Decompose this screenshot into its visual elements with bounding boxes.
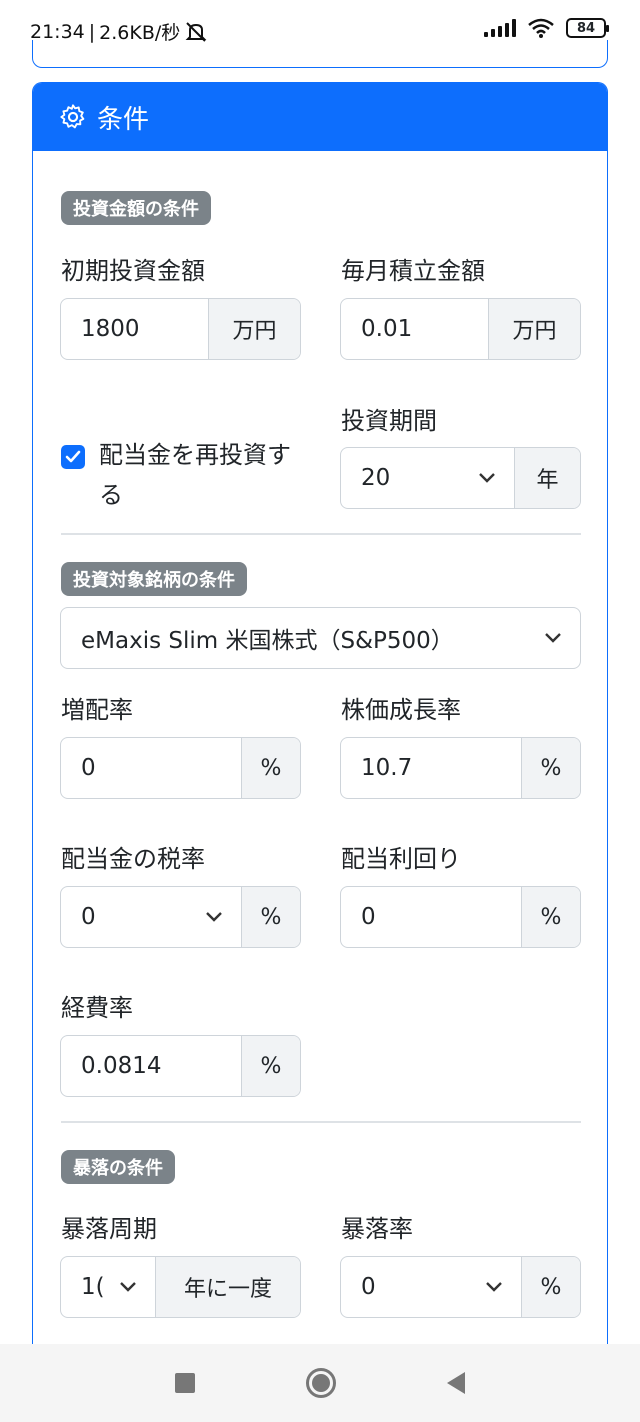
crash-cycle-group: 1( 年に一度 bbox=[60, 1256, 301, 1318]
check-icon bbox=[65, 450, 81, 463]
dividend-yield-input[interactable]: 0 bbox=[341, 887, 521, 947]
back-button[interactable] bbox=[446, 1372, 465, 1394]
section-badge-investment-amount: 投資金額の条件 bbox=[61, 191, 211, 225]
dividend-growth-label: 増配率 bbox=[61, 696, 133, 724]
crash-rate-group: 0 % bbox=[340, 1256, 581, 1318]
section-badge-target-fund: 投資対象銘柄の条件 bbox=[61, 562, 247, 596]
crash-cycle-label: 暴落周期 bbox=[61, 1215, 157, 1243]
monthly-investment-input[interactable]: 0.01 bbox=[341, 299, 488, 359]
crash-rate-unit: % bbox=[521, 1257, 580, 1317]
dividend-yield-group: 0 % bbox=[340, 886, 581, 948]
system-nav-bar bbox=[0, 1344, 640, 1422]
monthly-investment-unit: 万円 bbox=[488, 299, 580, 359]
initial-investment-group: 1800 万円 bbox=[60, 298, 301, 360]
dividend-tax-value: 0 bbox=[81, 904, 96, 930]
price-growth-input[interactable]: 10.7 bbox=[341, 738, 521, 798]
recent-apps-button[interactable] bbox=[175, 1373, 196, 1393]
chevron-down-icon bbox=[479, 473, 495, 483]
reinvest-label: 配当金を再投資する bbox=[99, 441, 291, 509]
dividend-growth-group: 0 % bbox=[60, 737, 301, 799]
dividend-growth-unit: % bbox=[241, 738, 300, 798]
dividend-yield-unit: % bbox=[521, 887, 580, 947]
divider bbox=[61, 533, 581, 535]
initial-investment-label: 初期投資金額 bbox=[61, 257, 205, 285]
home-button[interactable] bbox=[305, 1368, 336, 1398]
gear-icon bbox=[60, 104, 85, 129]
wifi-icon bbox=[528, 18, 554, 38]
initial-investment-input[interactable]: 1800 bbox=[61, 299, 208, 359]
dividend-tax-label: 配当金の税率 bbox=[61, 845, 205, 873]
monthly-investment-label: 毎月積立金額 bbox=[341, 257, 485, 285]
divider bbox=[61, 1121, 581, 1123]
expense-ratio-group: 0.0814 % bbox=[60, 1035, 301, 1097]
chevron-down-icon bbox=[545, 633, 561, 643]
price-growth-unit: % bbox=[521, 738, 580, 798]
conditions-card: 条件 投資金額の条件 初期投資金額 1800 万円 毎月積立金額 0.01 万円… bbox=[32, 82, 608, 1344]
signal-icon bbox=[484, 19, 516, 37]
chevron-down-icon bbox=[486, 1282, 502, 1292]
dividend-growth-input[interactable]: 0 bbox=[61, 738, 241, 798]
crash-cycle-value: 1( bbox=[81, 1274, 105, 1300]
crash-rate-label: 暴落率 bbox=[341, 1215, 413, 1243]
dividend-yield-label: 配当利回り bbox=[341, 845, 461, 873]
investment-period-select[interactable]: 20 bbox=[341, 448, 514, 508]
fund-select-value: eMaxis Slim 米国株式（S&P500） bbox=[81, 628, 454, 654]
section-badge-crash: 暴落の条件 bbox=[61, 1150, 175, 1184]
crash-cycle-select[interactable]: 1( bbox=[61, 1257, 155, 1317]
monthly-investment-group: 0.01 万円 bbox=[340, 298, 581, 360]
dividend-tax-unit: % bbox=[241, 887, 300, 947]
initial-investment-unit: 万円 bbox=[208, 299, 300, 359]
expense-ratio-label: 経費率 bbox=[61, 994, 133, 1022]
previous-card-edge bbox=[32, 40, 608, 68]
reinvest-option[interactable]: 配当金を再投資する bbox=[61, 435, 299, 515]
chevron-down-icon bbox=[206, 912, 222, 922]
expense-ratio-unit: % bbox=[241, 1036, 300, 1096]
investment-period-value: 20 bbox=[361, 465, 391, 491]
fund-select[interactable]: eMaxis Slim 米国株式（S&P500） bbox=[61, 608, 580, 668]
dividend-tax-select[interactable]: 0 bbox=[61, 887, 241, 947]
price-growth-label: 株価成長率 bbox=[341, 696, 461, 724]
investment-period-label: 投資期間 bbox=[341, 407, 437, 435]
crash-cycle-unit: 年に一度 bbox=[155, 1257, 300, 1317]
investment-period-group: 20 年 bbox=[340, 447, 581, 509]
chevron-down-icon bbox=[120, 1282, 136, 1292]
card-title: 条件 bbox=[97, 104, 150, 135]
expense-ratio-input[interactable]: 0.0814 bbox=[61, 1036, 241, 1096]
dividend-tax-group: 0 % bbox=[60, 886, 301, 948]
crash-rate-select[interactable]: 0 bbox=[341, 1257, 521, 1317]
fund-select-group: eMaxis Slim 米国株式（S&P500） bbox=[60, 607, 581, 669]
battery-icon: 84 bbox=[566, 18, 609, 38]
investment-period-unit: 年 bbox=[514, 448, 580, 508]
price-growth-group: 10.7 % bbox=[340, 737, 581, 799]
status-right: 84 bbox=[484, 18, 609, 38]
battery-level: 84 bbox=[576, 20, 596, 36]
card-header: 条件 bbox=[33, 83, 607, 151]
reinvest-checkbox[interactable] bbox=[61, 445, 85, 469]
crash-rate-value: 0 bbox=[361, 1274, 376, 1300]
